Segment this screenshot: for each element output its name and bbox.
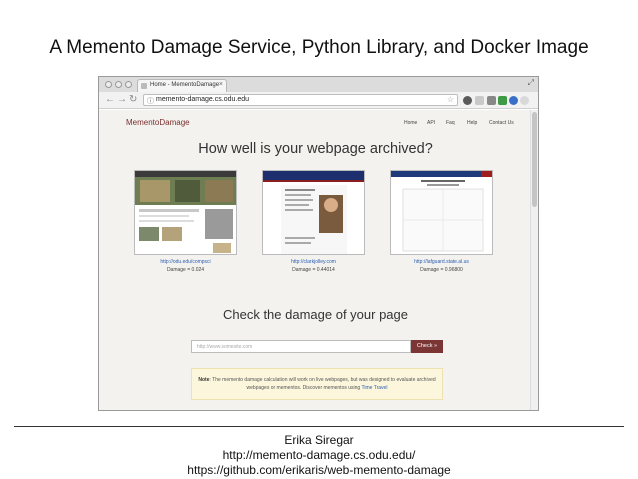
note-text: : The memento damage calculation will wo…: [209, 377, 436, 391]
example-url-link[interactable]: http://clarkjolley.com: [262, 259, 365, 265]
example-thumbnail[interactable]: [262, 170, 365, 255]
tab-close-icon[interactable]: ×: [219, 81, 223, 88]
example-thumbnail[interactable]: [390, 170, 493, 255]
check-heading: Check the damage of your page: [222, 307, 408, 322]
browser-toolbar: ← → ↻ ⓘ memento-damage.cs.odu.edu ☆: [99, 92, 538, 109]
browser-window: Home - MementoDamage × ⤢ ← → ↻ ⓘ memento…: [98, 76, 539, 411]
example-thumbnail[interactable]: [134, 170, 237, 255]
extension-icon[interactable]: [498, 96, 507, 105]
footer-divider: [14, 426, 624, 427]
vertical-scrollbar[interactable]: [530, 110, 538, 410]
nav-api[interactable]: API: [427, 120, 435, 126]
example-url-link[interactable]: http://odu.edu/compsci: [134, 259, 237, 265]
nav-home[interactable]: Home: [404, 120, 417, 126]
page-viewport: MementoDamage Home API Faq Help Contact …: [99, 110, 532, 410]
info-note: Note: The memento damage calculation wil…: [191, 368, 443, 400]
github-url: https://github.com/erikaris/web-memento-…: [187, 463, 451, 477]
back-button[interactable]: ←: [105, 94, 115, 106]
maximize-window-button[interactable]: [125, 81, 132, 88]
scrollbar-thumb[interactable]: [532, 112, 537, 207]
example-damage-score: Damage = 0.44014: [292, 267, 335, 273]
browser-tab-strip: Home - MementoDamage × ⤢: [99, 77, 538, 92]
service-url: http://memento-damage.cs.odu.edu/: [222, 448, 416, 462]
hero-heading: How well is your webpage archived?: [198, 141, 433, 157]
site-navbar: MementoDamage Home API Faq Help Contact …: [99, 110, 532, 132]
nav-contact-us[interactable]: Contact Us: [489, 120, 514, 126]
url-input[interactable]: http://www.somesite.com: [191, 340, 411, 353]
close-window-button[interactable]: [105, 81, 112, 88]
example-damage-score: Damage = 0.96800: [420, 267, 463, 273]
info-icon: ⓘ: [147, 98, 154, 105]
tab-title: Home - MementoDamage: [150, 82, 220, 88]
time-travel-link[interactable]: Time Travel: [362, 385, 388, 391]
forward-button[interactable]: →: [117, 94, 127, 106]
window-controls: [105, 81, 132, 88]
extension-icon[interactable]: [487, 96, 496, 105]
website-screenshot-image: [135, 171, 236, 253]
author-name: Erika Siregar: [284, 433, 354, 447]
menu-icon[interactable]: [520, 96, 529, 105]
fullscreen-icon[interactable]: ⤢: [528, 78, 534, 88]
extension-icon[interactable]: [463, 96, 472, 105]
extension-icon[interactable]: [475, 96, 484, 105]
address-bar[interactable]: ⓘ memento-damage.cs.odu.edu ☆: [143, 94, 458, 106]
website-screenshot-image: [391, 171, 492, 252]
slide-title: A Memento Damage Service, Python Library…: [49, 37, 589, 58]
browser-tab[interactable]: Home - MementoDamage ×: [137, 79, 227, 92]
check-button[interactable]: Check »: [411, 340, 443, 353]
address-url: memento-damage.cs.odu.edu: [156, 96, 249, 103]
example-url-link[interactable]: http://lafguard.state.al.us: [390, 259, 493, 265]
website-screenshot-image: [263, 171, 364, 254]
minimize-window-button[interactable]: [115, 81, 122, 88]
example-damage-score: Damage = 0.024: [166, 267, 205, 273]
nav-faq[interactable]: Faq: [446, 120, 455, 126]
site-brand[interactable]: MementoDamage: [126, 118, 190, 127]
reload-button[interactable]: ↻: [129, 94, 137, 106]
nav-help[interactable]: Help: [467, 120, 477, 126]
bookmark-star-icon[interactable]: ☆: [447, 95, 454, 104]
extension-icon[interactable]: [509, 96, 518, 105]
favicon-icon: [141, 83, 147, 89]
note-label: Note: [198, 377, 210, 383]
